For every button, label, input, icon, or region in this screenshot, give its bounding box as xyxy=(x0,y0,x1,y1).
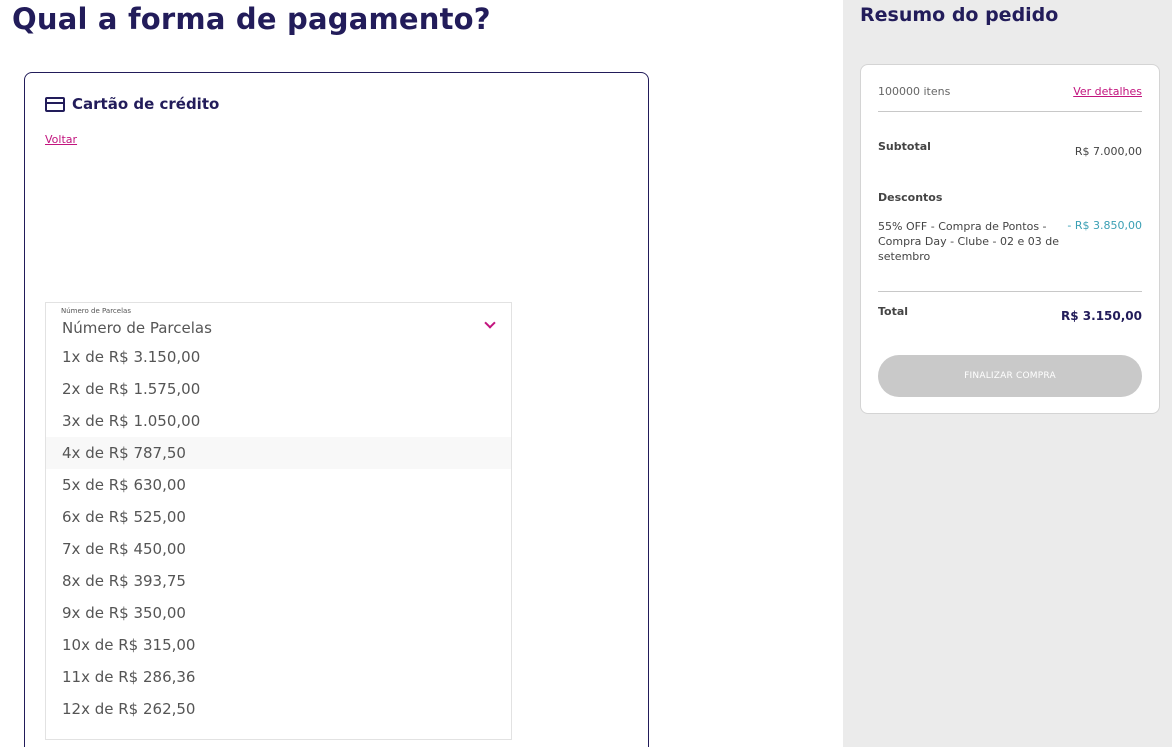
summary-title: Resumo do pedido xyxy=(860,4,1059,26)
details-link[interactable]: Ver detalhes xyxy=(1073,85,1142,98)
payment-panel: Qual a forma de pagamento? Cartão de cré… xyxy=(0,0,843,747)
finish-purchase-button[interactable]: FINALIZAR COMPRA xyxy=(878,355,1142,397)
card-title: Cartão de crédito xyxy=(72,95,220,113)
installments-dropdown[interactable]: Número de Parcelas Número de Parcelas 1x… xyxy=(45,302,512,740)
installment-option[interactable]: 8x de R$ 393,75 xyxy=(46,565,511,597)
installment-option[interactable]: 2x de R$ 1.575,00 xyxy=(46,373,511,405)
card-header: Cartão de crédito xyxy=(45,95,219,113)
installment-option[interactable]: 9x de R$ 350,00 xyxy=(46,597,511,629)
installment-option[interactable]: 4x de R$ 787,50 xyxy=(46,437,511,469)
installments-options: 1x de R$ 3.150,00 2x de R$ 1.575,00 3x d… xyxy=(46,341,511,725)
installment-option[interactable]: 10x de R$ 315,00 xyxy=(46,629,511,661)
order-summary-panel: Resumo do pedido 100000 itens Ver detalh… xyxy=(843,0,1172,747)
divider xyxy=(878,111,1142,112)
installment-option[interactable]: 5x de R$ 630,00 xyxy=(46,469,511,501)
discounts-label: Descontos xyxy=(878,191,943,204)
installment-option[interactable]: 7x de R$ 450,00 xyxy=(46,533,511,565)
installments-label: Número de Parcelas xyxy=(61,307,131,315)
subtotal-label: Subtotal xyxy=(878,140,931,153)
installment-option[interactable]: 1x de R$ 3.150,00 xyxy=(46,341,511,373)
divider xyxy=(878,291,1142,292)
installment-option[interactable]: 6x de R$ 525,00 xyxy=(46,501,511,533)
installments-selected-value: Número de Parcelas xyxy=(62,319,212,337)
installment-option[interactable]: 12x de R$ 262,50 xyxy=(46,693,511,725)
installments-select[interactable]: Número de Parcelas Número de Parcelas xyxy=(46,303,511,341)
items-count: 100000 itens xyxy=(878,85,951,98)
total-value: R$ 3.150,00 xyxy=(1061,309,1142,323)
subtotal-value: R$ 7.000,00 xyxy=(1074,145,1142,158)
installment-option[interactable]: 3x de R$ 1.050,00 xyxy=(46,405,511,437)
page-title: Qual a forma de pagamento? xyxy=(12,2,491,36)
installment-option[interactable]: 11x de R$ 286,36 xyxy=(46,661,511,693)
total-label: Total xyxy=(878,305,909,318)
credit-card-icon xyxy=(45,96,65,112)
discount-description: 55% OFF - Compra de Pontos - Compra Day … xyxy=(878,220,1059,263)
summary-card: 100000 itens Ver detalhes Subtotal R$ 7.… xyxy=(860,64,1160,414)
chevron-down-icon[interactable] xyxy=(484,317,496,329)
back-link[interactable]: Voltar xyxy=(45,133,77,146)
discount-value: - R$ 3.850,00 xyxy=(1067,219,1142,232)
credit-card-section: Cartão de crédito Voltar Número de Parce… xyxy=(24,72,649,747)
